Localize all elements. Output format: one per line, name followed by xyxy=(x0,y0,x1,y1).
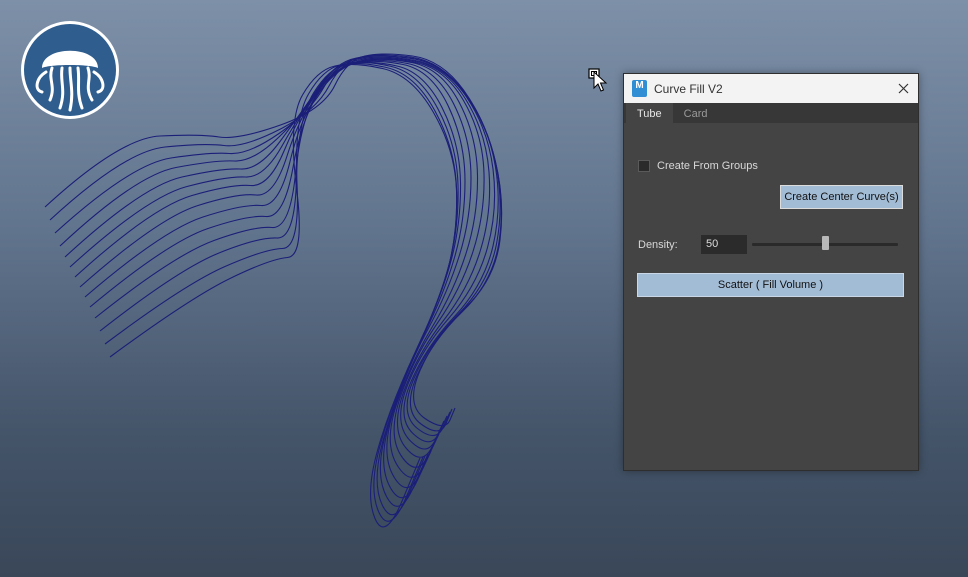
scatter-fill-volume-button[interactable]: Scatter ( Fill Volume ) xyxy=(637,273,904,297)
curve-strand[interactable] xyxy=(74,58,485,468)
density-input[interactable]: 50 xyxy=(701,235,747,254)
curve-fill-dialog: M Curve Fill V2 Tube Card Create From Gr… xyxy=(623,73,919,471)
title-bar[interactable]: M Curve Fill V2 xyxy=(624,74,918,103)
checkbox-icon[interactable] xyxy=(638,160,650,172)
create-center-curves-button[interactable]: Create Center Curve(s) xyxy=(780,185,903,209)
tab-card[interactable]: Card xyxy=(673,103,719,123)
mouse-cursor-icon xyxy=(588,68,608,92)
curve-strand[interactable] xyxy=(109,63,458,528)
curve-group xyxy=(44,53,503,528)
curve-strand[interactable] xyxy=(64,56,496,450)
window-title: Curve Fill V2 xyxy=(654,81,723,96)
create-from-groups-label: Create From Groups xyxy=(657,160,758,172)
create-from-groups-checkbox[interactable]: Create From Groups xyxy=(638,160,758,172)
tab-bar: Tube Card xyxy=(624,103,918,123)
density-label: Density: xyxy=(638,239,678,251)
tab-tube[interactable]: Tube xyxy=(626,103,673,123)
close-icon xyxy=(898,83,908,93)
curve-strand[interactable] xyxy=(94,61,462,507)
density-slider-handle[interactable] xyxy=(821,236,829,250)
close-button[interactable] xyxy=(894,79,912,97)
jellyfish-logo-icon xyxy=(21,21,119,119)
app-icon: M xyxy=(632,80,647,97)
